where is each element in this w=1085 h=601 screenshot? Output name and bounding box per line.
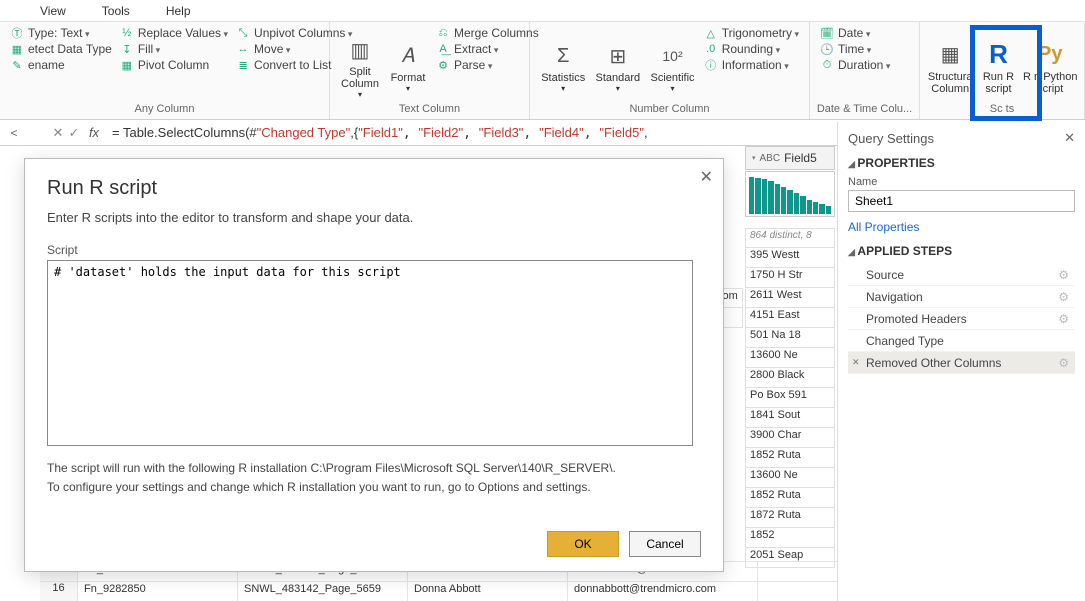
rounding-button[interactable]: .0Rounding xyxy=(704,42,799,56)
information-button[interactable]: ⓘInformation xyxy=(704,58,799,72)
applied-step[interactable]: Navigation⚙ xyxy=(848,286,1075,308)
column-header-field5[interactable]: ▾ ABC Field5 xyxy=(745,146,835,170)
group-scripts: Sc ts xyxy=(926,103,1078,117)
applied-step[interactable]: Changed Type xyxy=(848,330,1075,352)
parse-button[interactable]: ⚙Parse xyxy=(436,58,539,72)
run-r-script-dialog: ✕ Run R script Enter R scripts into the … xyxy=(24,158,724,572)
properties-section[interactable]: PROPERTIES xyxy=(848,156,1075,170)
menu-view[interactable]: View xyxy=(40,4,66,18)
ok-button[interactable]: OK xyxy=(547,531,619,557)
run-python-script-button[interactable]: PyR n Python script xyxy=(1022,26,1078,103)
dialog-title: Run R script xyxy=(47,177,701,200)
group-text-column: Text Column xyxy=(336,103,523,117)
panel-title: Query Settings xyxy=(848,131,934,146)
rename-button[interactable]: ✎ename xyxy=(10,58,112,72)
format-button[interactable]: 𝐴Format▾ xyxy=(384,26,432,103)
dialog-note: The script will run with the following R… xyxy=(47,459,701,497)
duration-button[interactable]: ⏱Duration xyxy=(820,58,890,72)
split-column-button[interactable]: ▥Split Column▾ xyxy=(336,26,384,103)
split-icon: ▥ xyxy=(346,36,374,64)
gear-icon[interactable]: ⚙ xyxy=(1058,356,1069,370)
applied-step[interactable]: Source⚙ xyxy=(848,264,1075,286)
column-cells-field5: 864 distinct, 8 395 Westt1750 H Str2611 … xyxy=(745,228,835,568)
commit-formula-icon[interactable]: ✓ xyxy=(66,125,82,141)
script-label: Script xyxy=(47,243,701,257)
trig-button[interactable]: △Trigonometry xyxy=(704,26,799,40)
ribbon: ⓉType: Text ▦etect Data Type ✎ename ½Rep… xyxy=(0,22,1085,120)
group-date-time: Date & Time Colu... xyxy=(816,103,913,117)
r-icon: R xyxy=(984,41,1012,69)
menubar: View Tools Help xyxy=(0,0,1085,22)
gear-icon[interactable]: ⚙ xyxy=(1058,268,1069,282)
column-profile-chart xyxy=(745,171,835,217)
statistics-button[interactable]: ΣStatistics▾ xyxy=(536,26,590,103)
dialog-subtitle: Enter R scripts into the editor to trans… xyxy=(47,210,701,225)
name-label: Name xyxy=(848,176,1075,188)
date-button[interactable]: 🗓Date xyxy=(820,26,890,40)
replace-values-button[interactable]: ½Replace Values xyxy=(120,26,228,40)
cancel-button[interactable]: Cancel xyxy=(629,531,701,557)
applied-step[interactable]: Promoted Headers⚙ xyxy=(848,308,1075,330)
standard-button[interactable]: ⊞Standard▾ xyxy=(590,26,645,103)
data-type-dropdown[interactable]: ⓉType: Text xyxy=(10,26,112,40)
menu-help[interactable]: Help xyxy=(166,4,191,18)
close-panel-icon[interactable]: ✕ xyxy=(1064,130,1075,146)
scientific-button[interactable]: 10²Scientific▾ xyxy=(645,26,699,103)
calc-icon: ⊞ xyxy=(604,42,632,70)
merge-columns-button[interactable]: ⎌Merge Columns xyxy=(436,26,539,40)
sigma-icon: Σ xyxy=(549,42,577,70)
script-textarea[interactable] xyxy=(47,260,693,446)
format-icon: 𝐴 xyxy=(394,42,422,70)
gear-icon[interactable]: ⚙ xyxy=(1058,290,1069,304)
expand-queries-icon[interactable]: < xyxy=(0,126,28,140)
py-icon: Py xyxy=(1036,41,1064,69)
query-settings-panel: Query Settings ✕ PROPERTIES Name All Pro… xyxy=(837,122,1085,601)
group-any-column: Any Column xyxy=(6,103,323,117)
run-r-script-button[interactable]: RRun R script xyxy=(974,26,1022,103)
table-row[interactable]: 16 Fn_9282850 SNWL_483142_Page_5659 Donn… xyxy=(40,581,837,601)
close-icon[interactable]: ✕ xyxy=(700,167,713,187)
all-properties-link[interactable]: All Properties xyxy=(848,220,919,234)
menu-tools[interactable]: Tools xyxy=(102,4,130,18)
extract-button[interactable]: A͟Extract xyxy=(436,42,539,56)
applied-step[interactable]: Removed Other Columns⚙ xyxy=(848,352,1075,374)
applied-steps-section[interactable]: APPLIED STEPS xyxy=(848,244,1075,258)
group-number-column: Number Column xyxy=(536,103,803,117)
structural-column-button[interactable]: ▦Structura Column xyxy=(926,26,974,103)
time-button[interactable]: 🕒Time xyxy=(820,42,890,56)
gear-icon[interactable]: ⚙ xyxy=(1058,312,1069,326)
detect-type-button[interactable]: ▦etect Data Type xyxy=(10,42,112,56)
query-name-input[interactable] xyxy=(848,190,1075,212)
fill-button[interactable]: ↧Fill xyxy=(120,42,228,56)
struct-icon: ▦ xyxy=(936,41,964,69)
pivot-button[interactable]: ▦Pivot Column xyxy=(120,58,228,72)
exp-icon: 10² xyxy=(659,42,687,70)
cancel-formula-icon[interactable]: ✕ xyxy=(50,125,66,141)
fx-icon[interactable]: fx xyxy=(82,125,106,140)
